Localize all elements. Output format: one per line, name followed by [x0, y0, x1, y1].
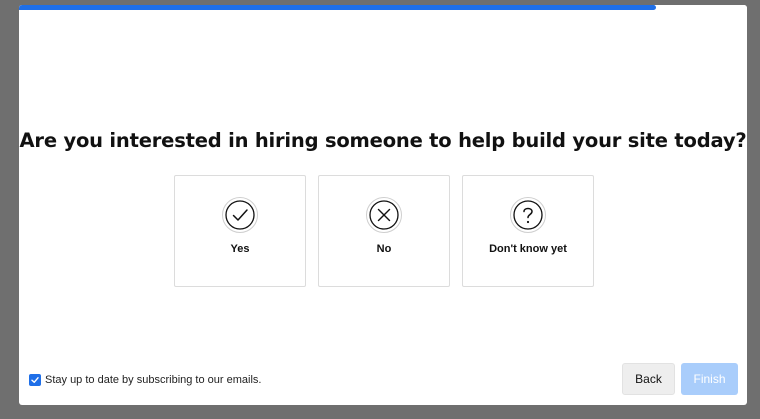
- finish-button[interactable]: Finish: [681, 363, 738, 395]
- question-circle-icon: [510, 197, 546, 233]
- option-label: No: [376, 243, 392, 255]
- progress-bar-fill: [19, 5, 656, 10]
- option-label: Don't know yet: [489, 243, 567, 255]
- subscribe-row: Stay up to date by subscribing to our em…: [29, 373, 261, 387]
- progress-bar: [19, 5, 747, 10]
- x-circle-icon: [366, 197, 402, 233]
- checkmark-icon: [31, 377, 39, 383]
- subscribe-checkbox[interactable]: [29, 374, 41, 386]
- dialog: Are you interested in hiring someone to …: [19, 5, 747, 405]
- subscribe-label: Stay up to date by subscribing to our em…: [45, 374, 262, 386]
- option-yes[interactable]: Yes: [174, 175, 306, 287]
- question-title: Are you interested in hiring someone to …: [19, 129, 747, 152]
- option-dont-know[interactable]: Don't know yet: [462, 175, 594, 287]
- option-no[interactable]: No: [318, 175, 450, 287]
- back-button[interactable]: Back: [622, 363, 675, 395]
- check-circle-icon: [222, 197, 258, 233]
- option-label: Yes: [230, 243, 250, 255]
